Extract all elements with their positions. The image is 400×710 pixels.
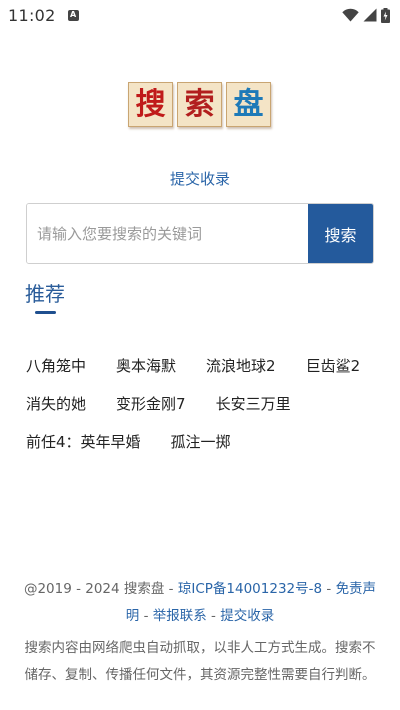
logo-char-pan: 盘 [226,82,271,127]
recommend-row: 八角笼中 奥本海默 流浪地球2 巨齿鲨2 [26,346,386,384]
search-input[interactable] [27,204,308,263]
footer-separator: - [206,608,221,624]
status-bar: 11:02 A [0,0,400,30]
recommend-item[interactable]: 巨齿鲨2 [306,355,361,376]
status-left: 11:02 A [8,6,79,25]
search-button[interactable]: 搜索 [308,204,373,263]
recommend-item[interactable]: 孤注一掷 [171,431,231,452]
recommend-item[interactable]: 消失的她 [26,393,86,414]
footer-separator: - [139,608,153,624]
recommend-item[interactable]: 八角笼中 [26,355,86,376]
recommend-item[interactable]: 变形金刚7 [116,393,186,414]
recommend-row: 消失的她 变形金刚7 长安三万里 [26,384,386,422]
submit-index-link[interactable]: 提交收录 [0,168,400,189]
status-right [342,7,390,23]
notification-icon: A [67,9,79,21]
recommend-list: 八角笼中 奥本海默 流浪地球2 巨齿鲨2 消失的她 变形金刚7 长安三万里 前任… [26,346,386,460]
battery-icon [381,7,390,23]
logo-char-suo: 索 [177,82,222,127]
recommend-item[interactable]: 前任4：英年早婚 [26,431,141,452]
footer-disclaimer: 搜索内容由网络爬虫自动抓取，以非人工方式生成。搜索不储存、复制、传播任何文件，其… [24,640,376,683]
logo-char-sou: 搜 [128,82,173,127]
recommend-title: 推荐 [25,282,65,306]
footer-links: @2019 - 2024 搜索盘 - 琼ICP备14001232号-8 - 免责… [0,576,400,630]
site-logo[interactable]: 搜 索 盘 [128,82,271,127]
footer-icp-link[interactable]: 琼ICP备14001232号-8 [178,581,322,597]
recommend-item[interactable]: 长安三万里 [216,393,291,414]
footer-report-link[interactable]: 举报联系 [153,608,207,624]
recommend-row: 前任4：英年早婚 孤注一掷 [26,422,386,460]
footer-submit-link[interactable]: 提交收录 [220,608,274,624]
recommend-title-underline [35,311,56,314]
recommend-item[interactable]: 奥本海默 [116,355,176,376]
footer-copyright: @2019 - 2024 搜索盘 - [23,581,178,597]
search-form: 搜索 [26,203,374,264]
recommend-item[interactable]: 流浪地球2 [206,355,276,376]
status-time: 11:02 [8,5,56,25]
footer-separator: - [322,581,336,597]
signal-icon [363,8,377,22]
wifi-icon [342,8,359,22]
